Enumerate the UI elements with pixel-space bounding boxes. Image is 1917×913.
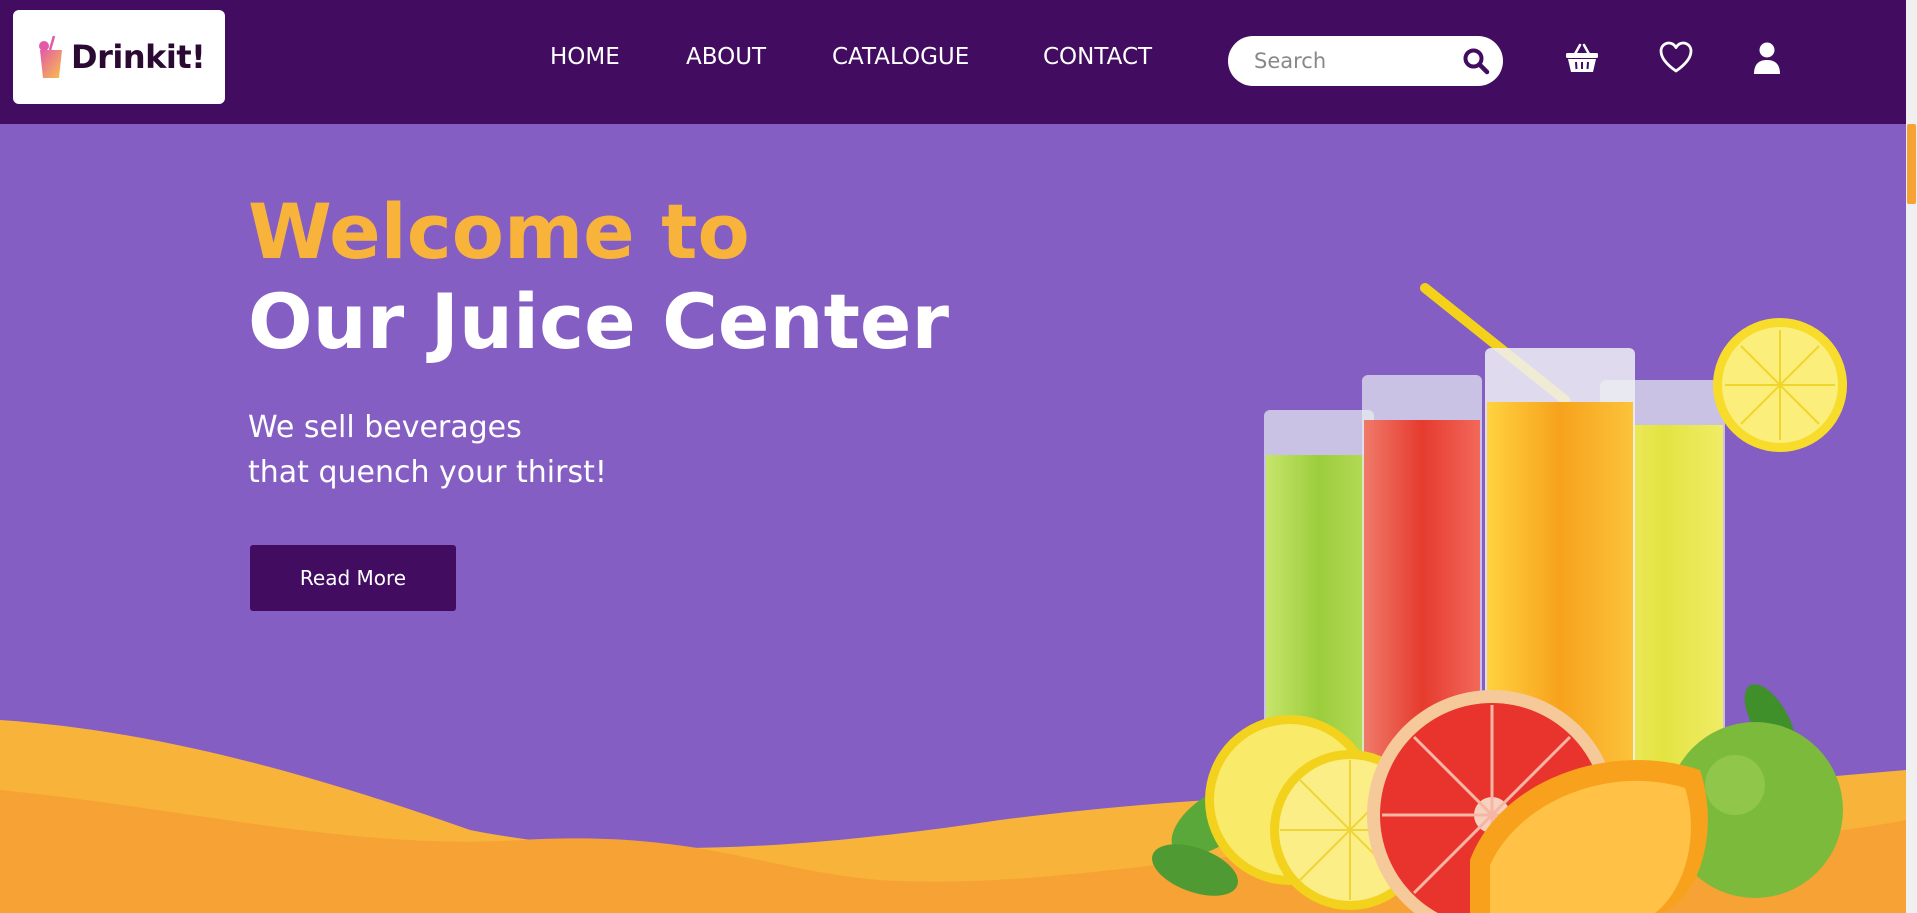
page-scrollbar[interactable] [1906, 0, 1917, 913]
navbar: Drinkit! HOME ABOUT CATALOGUE CONTACT [0, 0, 1906, 124]
juice-cup-icon [37, 34, 65, 80]
hero-subtitle-line1: We sell beverages [248, 410, 522, 445]
nav-home[interactable]: HOME [550, 44, 620, 70]
nav-about[interactable]: ABOUT [686, 44, 766, 70]
search-bar [1228, 36, 1503, 86]
hero-title-welcome: Welcome to [248, 187, 750, 276]
nav-catalogue[interactable]: CATALOGUE [832, 44, 969, 70]
search-input[interactable] [1254, 36, 1454, 86]
heart-icon[interactable] [1658, 40, 1694, 76]
user-icon[interactable] [1749, 40, 1785, 76]
scrollbar-thumb[interactable] [1907, 124, 1916, 204]
brand-name: Drinkit! [71, 38, 206, 76]
hero-title-main: Our Juice Center [248, 277, 949, 366]
nav-contact[interactable]: CONTACT [1043, 44, 1152, 70]
juice-glasses-image [1152, 283, 1847, 913]
hero-subtitle-line2: that quench your thirst! [248, 455, 607, 490]
search-icon[interactable] [1462, 47, 1490, 75]
hero-subtitle: We sell beverages that quench your thirs… [248, 405, 607, 495]
read-more-button[interactable]: Read More [250, 545, 456, 611]
basket-icon[interactable] [1564, 40, 1600, 76]
brand-logo[interactable]: Drinkit! [13, 10, 225, 104]
